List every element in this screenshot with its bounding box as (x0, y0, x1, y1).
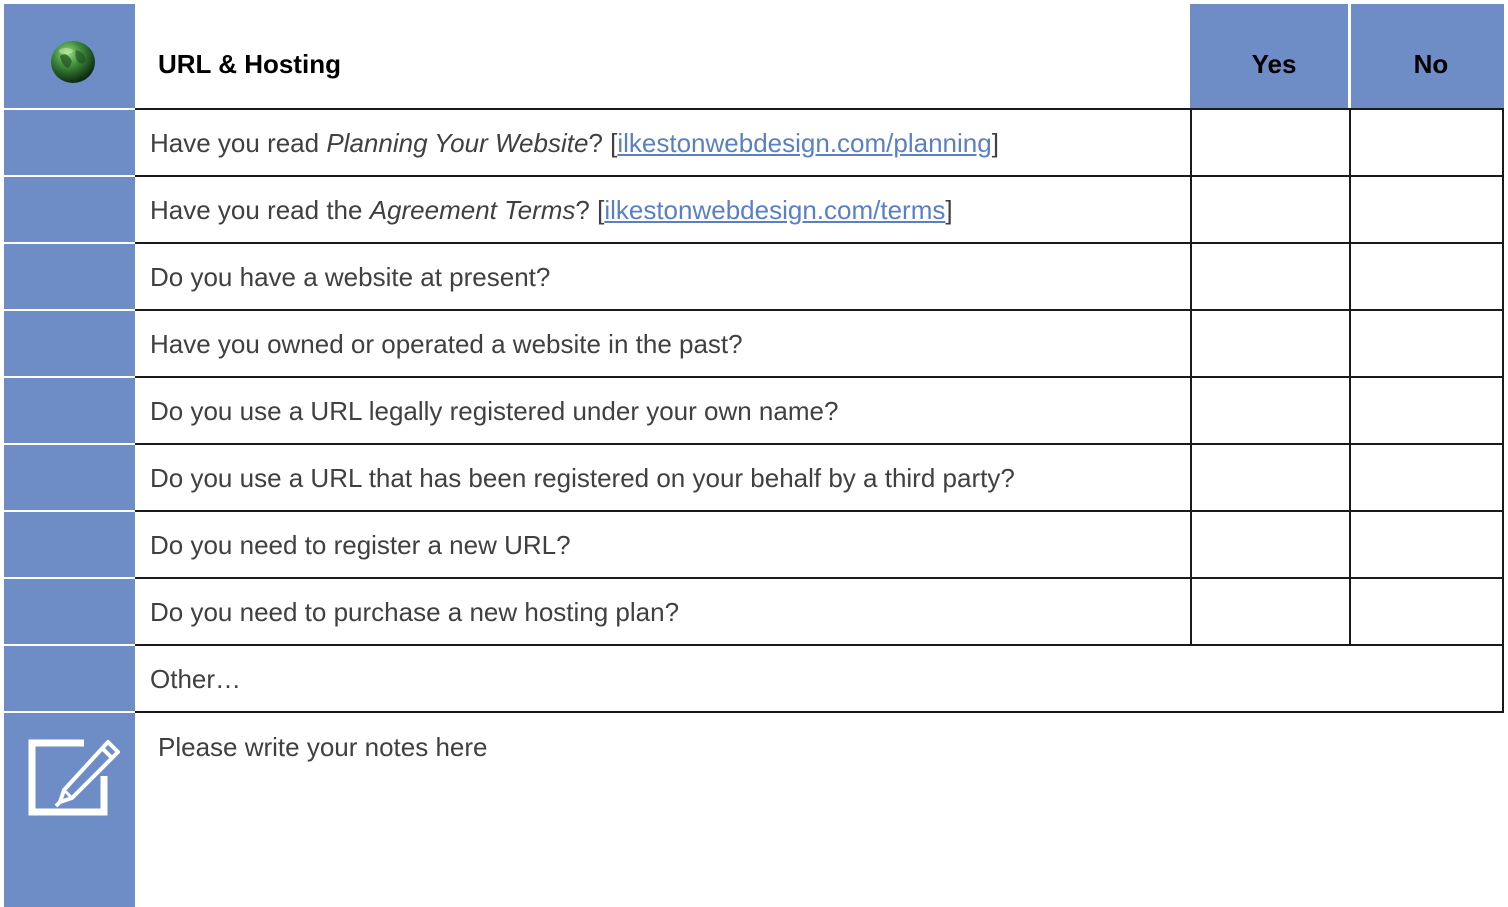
question-text: ? [ (588, 128, 618, 158)
question-7: Do you need to register a new URL? (150, 530, 571, 560)
question-emphasis: Planning Your Website (326, 128, 589, 158)
question-5: Do you use a URL legally registered unde… (150, 396, 839, 426)
sidebar-separator (4, 242, 135, 244)
sidebar-separator (4, 711, 135, 713)
no-cell-q6[interactable] (1351, 445, 1502, 510)
yes-cell-q8[interactable] (1192, 579, 1349, 644)
question-1: Have you read Planning Your Website? [il… (150, 125, 999, 161)
globe-icon (48, 40, 98, 84)
question-3: Do you have a website at present? (150, 262, 551, 292)
question-8: Do you need to purchase a new hosting pl… (150, 597, 680, 627)
no-cell-q4[interactable] (1351, 311, 1502, 376)
yes-cell-q6[interactable] (1192, 445, 1349, 510)
terms-link[interactable]: ilkestonwebdesign.com/terms (604, 195, 945, 225)
yes-cell-q5[interactable] (1192, 378, 1349, 443)
section-title: URL & Hosting (158, 49, 341, 79)
question-2: Have you read the Agreement Terms? [ilke… (150, 192, 953, 228)
planning-link[interactable]: ilkestonwebdesign.com/planning (617, 128, 991, 158)
sidebar-separator (4, 309, 135, 311)
no-cell-q8[interactable] (1351, 579, 1502, 644)
sidebar-separator (4, 443, 135, 445)
row-divider (135, 644, 1504, 646)
sidebar-separator (4, 108, 135, 110)
no-cell-q1[interactable] (1351, 110, 1502, 175)
question-text: ? [ (575, 195, 605, 225)
no-cell-q3[interactable] (1351, 244, 1502, 309)
sidebar-separator (4, 510, 135, 512)
no-cell-q7[interactable] (1351, 512, 1502, 577)
question-text: ] (991, 128, 999, 158)
question-emphasis: Agreement Terms (369, 195, 576, 225)
sidebar-separator (4, 577, 135, 579)
no-column-header: No (1413, 49, 1449, 79)
question-4: Have you owned or operated a website in … (150, 329, 743, 359)
no-cell-q5[interactable] (1351, 378, 1502, 443)
sidebar-separator (4, 175, 135, 177)
no-cell-q2[interactable] (1351, 177, 1502, 242)
question-text: ] (945, 195, 953, 225)
yes-column-header: Yes (1251, 49, 1297, 79)
other-label[interactable]: Other… (150, 661, 241, 697)
question-text: Have you read (150, 128, 327, 158)
yes-cell-q7[interactable] (1192, 512, 1349, 577)
question-6: Do you use a URL that has been registere… (150, 463, 1015, 493)
yes-cell-q1[interactable] (1192, 110, 1349, 175)
sidebar-separator (4, 376, 135, 378)
yes-cell-q4[interactable] (1192, 311, 1349, 376)
yes-cell-q2[interactable] (1192, 177, 1349, 242)
edit-notes-icon (26, 738, 120, 818)
notes-placeholder: Please write your notes here (158, 732, 488, 762)
yes-cell-q3[interactable] (1192, 244, 1349, 309)
sidebar-separator (4, 644, 135, 646)
table-right-border (1502, 108, 1504, 713)
question-text: Have you read the (150, 195, 370, 225)
